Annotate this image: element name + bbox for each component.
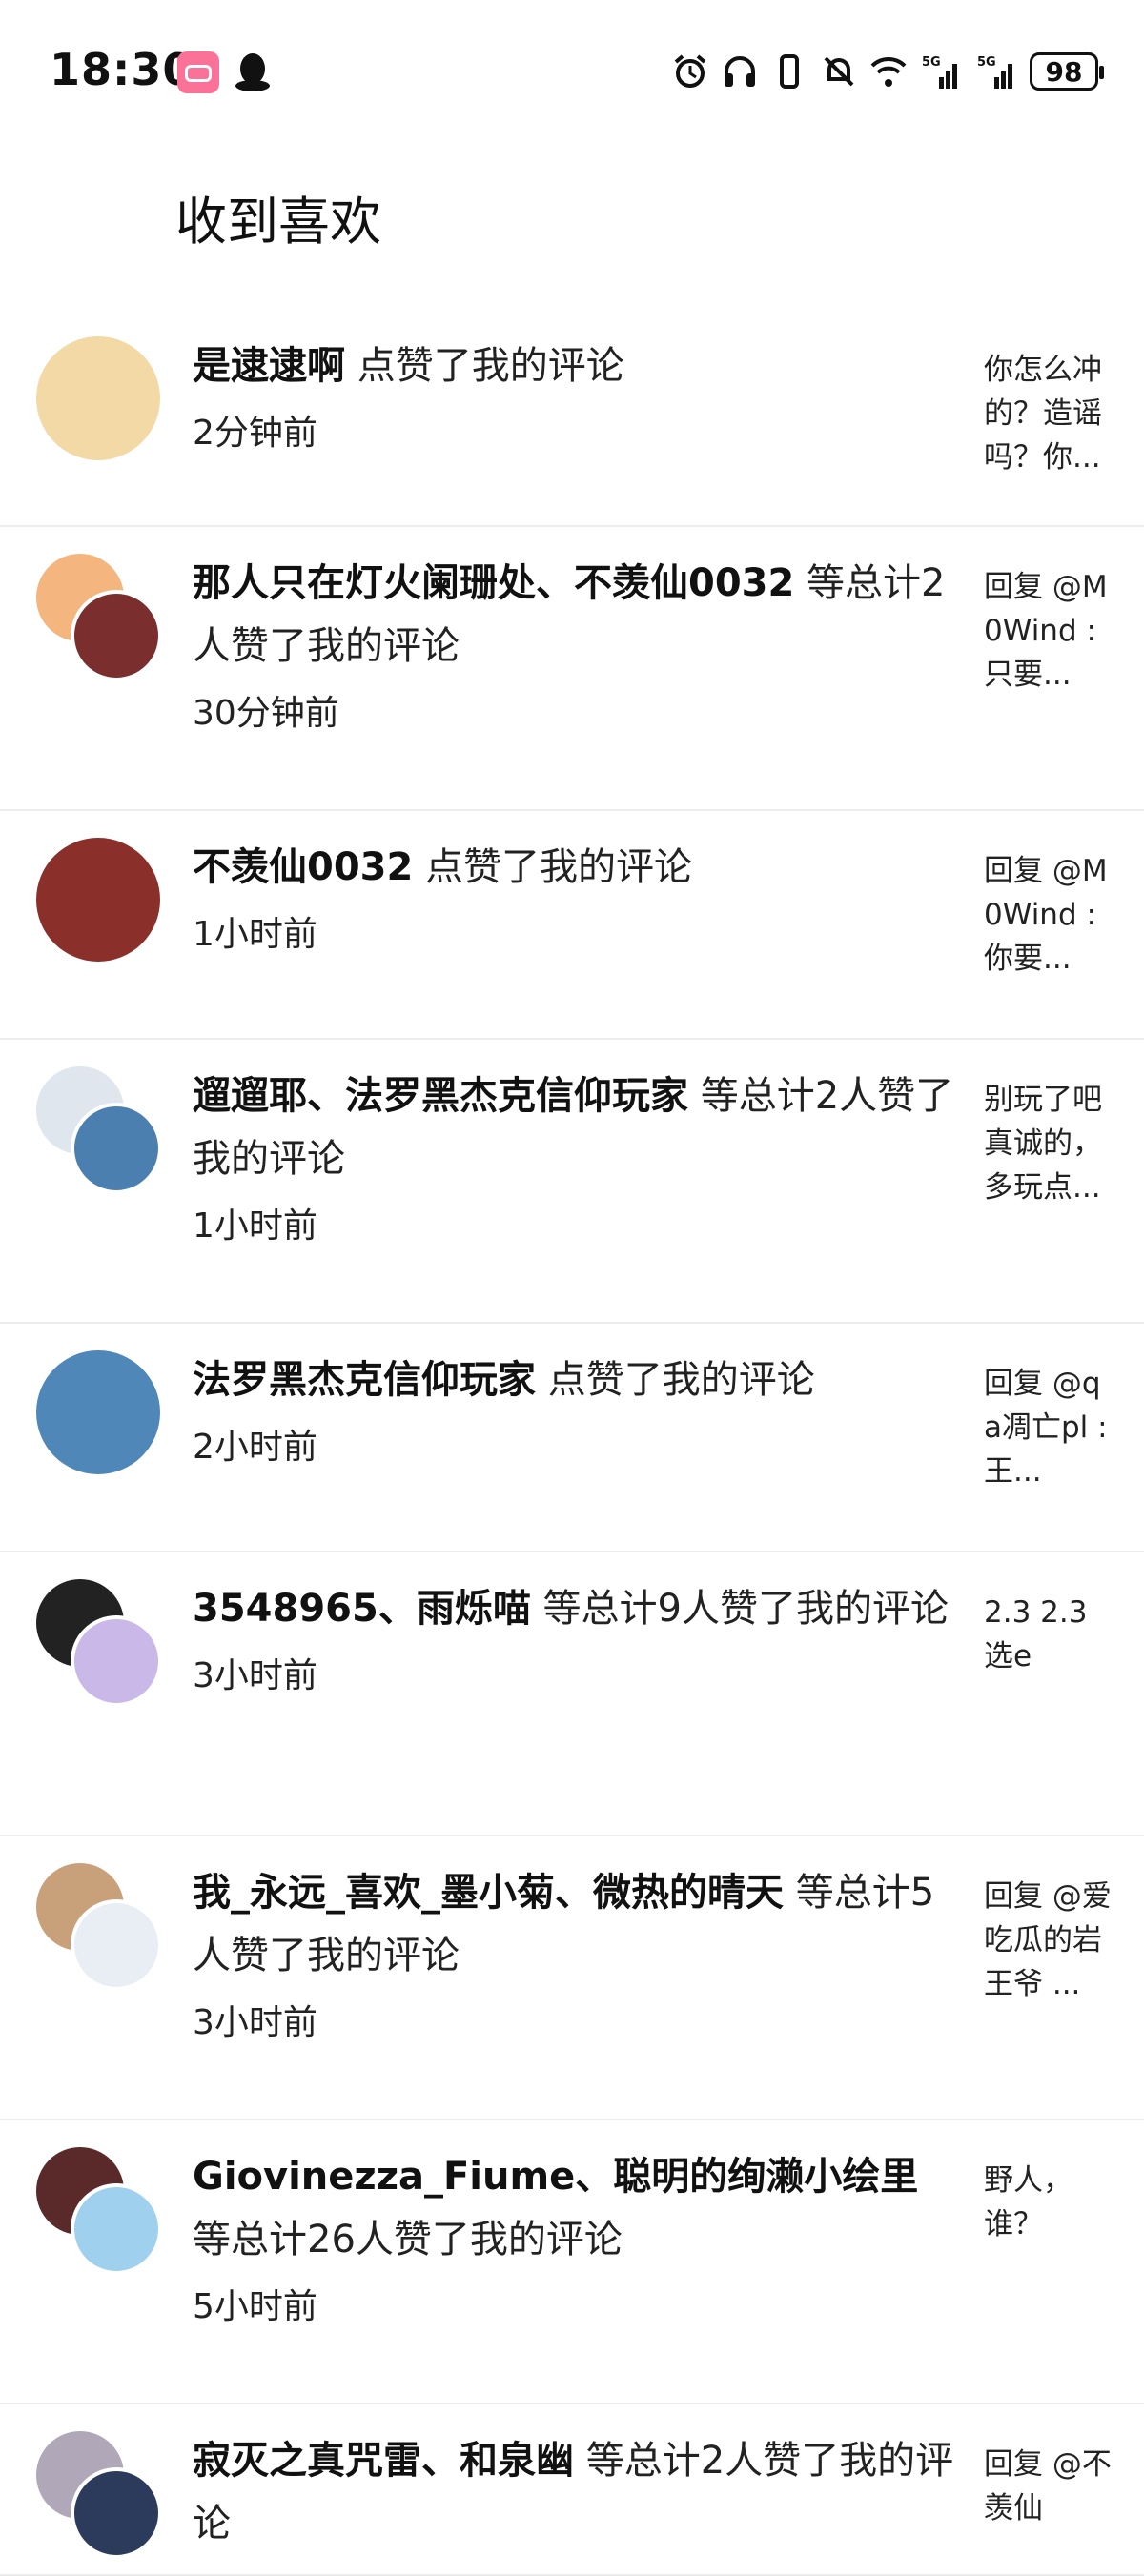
user-avatar — [71, 1103, 162, 1194]
svg-text:5G: 5G — [977, 55, 996, 70]
timestamp: 30分钟前 — [193, 694, 339, 733]
like-notification-row[interactable]: 是逮逮啊 点赞了我的评论 2分钟前 你怎么冲的？造谣吗？你... — [0, 310, 1144, 527]
user-avatar — [71, 590, 162, 681]
notification-text: 3548965、雨烁喵 等总计9人赞了我的评论 3小时前 — [193, 1577, 955, 1703]
notification-title: 我_永远_喜欢_墨小菊、微热的晴天 等总计5人赞了我的评论 — [193, 1861, 955, 1987]
like-notification-row[interactable]: 法罗黑杰克信仰玩家 点赞了我的评论 2小时前 回复 @qa凋亡pl :王... — [0, 1324, 1144, 1552]
comment-preview[interactable]: 你怎么冲的？造谣吗？你... — [984, 348, 1113, 479]
liker-names[interactable]: 不羡仙0032 — [193, 845, 413, 889]
user-avatar — [71, 1615, 162, 1707]
liker-names[interactable]: 是逮逮啊 — [193, 344, 345, 388]
user-avatar — [71, 1899, 162, 1991]
qq-icon — [235, 53, 270, 91]
comment-preview[interactable]: 别玩了吧真诚的，多玩点... — [984, 1078, 1113, 1209]
status-icons: 5G 5G 98 — [671, 48, 1104, 95]
notification-title: 那人只在灯火阑珊处、不羡仙0032 等总计2人赞了我的评论 — [193, 552, 955, 678]
notification-title: 是逮逮啊 点赞了我的评论 — [193, 335, 955, 397]
status-bar: 18:30 5G 5G 98 — [0, 0, 1144, 143]
timestamp: 2分钟前 — [193, 414, 317, 453]
like-notification-row[interactable]: 遛遛耶、法罗黑杰克信仰玩家 等总计2人赞了我的评论 1小时前 别玩了吧真诚的，多玩点… — [0, 1040, 1144, 1324]
notification-text: 寂灭之真咒雷、和泉幽 等总计2人赞了我的评论 — [193, 2429, 955, 2555]
action-text: 等总计9人赞了我的评论 — [530, 1587, 949, 1631]
like-notification-row[interactable]: 我_永远_喜欢_墨小菊、微热的晴天 等总计5人赞了我的评论 3小时前 回复 @爱吃瓜… — [0, 1836, 1144, 2120]
stacked-avatars[interactable] — [36, 554, 162, 681]
user-avatar[interactable] — [36, 1350, 160, 1474]
comment-preview[interactable]: 2.3 2.3 选e — [984, 1591, 1113, 1678]
mute-icon — [824, 56, 854, 87]
user-avatar[interactable] — [36, 838, 160, 962]
battery-indicator: 98 — [1030, 52, 1104, 91]
liker-names[interactable]: 法罗黑杰克信仰玩家 — [193, 1358, 536, 1402]
liker-names[interactable]: 3548965、雨烁喵 — [193, 1587, 531, 1631]
action-text: 点赞了我的评论 — [536, 1358, 815, 1402]
comment-preview[interactable]: 回复 @爱吃瓜的岩王爷 ... — [984, 1875, 1113, 2006]
notification-text: 法罗黑杰克信仰玩家 点赞了我的评论 2小时前 — [193, 1349, 955, 1474]
timestamp: 5小时前 — [193, 2287, 317, 2326]
timestamp: 2小时前 — [193, 1428, 317, 1467]
likes-list: 是逮逮啊 点赞了我的评论 2分钟前 你怎么冲的？造谣吗？你... 那人只在灯火阑珊处、… — [0, 310, 1144, 2576]
like-notification-row[interactable]: 3548965、雨烁喵 等总计9人赞了我的评论 3小时前 2.3 2.3 选e — [0, 1552, 1144, 1836]
stacked-avatars[interactable] — [36, 1066, 162, 1194]
wifi-icon — [870, 56, 907, 87]
signal-icon: 5G — [922, 55, 957, 89]
like-notification-row[interactable]: Giovinezza_Fiume、聪明的绚濑小绘里 等总计26人赞了我的评论 5小… — [0, 2120, 1144, 2404]
notification-title: 3548965、雨烁喵 等总计9人赞了我的评论 — [193, 1577, 955, 1640]
svg-text:5G: 5G — [922, 55, 941, 70]
notification-text: 是逮逮啊 点赞了我的评论 2分钟前 — [193, 335, 955, 460]
user-avatar — [71, 2183, 162, 2275]
liker-names[interactable]: 那人只在灯火阑珊处、不羡仙0032 — [193, 561, 794, 605]
timestamp: 1小时前 — [193, 1207, 317, 1246]
comment-preview[interactable]: 回复 @不羡仙 — [984, 2443, 1113, 2530]
stacked-avatars[interactable] — [36, 2147, 162, 2275]
liker-names[interactable]: Giovinezza_Fiume、聪明的绚濑小绘里 — [193, 2155, 918, 2199]
timestamp: 3小时前 — [193, 2003, 317, 2042]
action-text: 点赞了我的评论 — [345, 344, 624, 388]
comment-preview[interactable]: 野人，谁？ — [984, 2159, 1113, 2246]
vibrate-icon — [780, 54, 799, 89]
stacked-avatars[interactable] — [36, 2431, 162, 2559]
like-notification-row[interactable]: 寂灭之真咒雷、和泉幽 等总计2人赞了我的评论 回复 @不羡仙 — [0, 2404, 1144, 2576]
notification-title: 遛遛耶、法罗黑杰克信仰玩家 等总计2人赞了我的评论 — [193, 1065, 955, 1190]
liker-names[interactable]: 遛遛耶、法罗黑杰克信仰玩家 — [193, 1074, 688, 1118]
comment-preview[interactable]: 回复 @qa凋亡pl :王... — [984, 1362, 1113, 1493]
comment-preview[interactable]: 回复 @M0Wind :你要... — [984, 849, 1113, 981]
status-time: 18:30 — [50, 44, 194, 95]
like-notification-row[interactable]: 不羡仙0032 点赞了我的评论 1小时前 回复 @M0Wind :你要... — [0, 811, 1144, 1040]
user-avatar[interactable] — [36, 336, 160, 460]
like-notification-row[interactable]: 那人只在灯火阑珊处、不羡仙0032 等总计2人赞了我的评论 30分钟前 回复 @M0… — [0, 527, 1144, 811]
notification-text: 遛遛耶、法罗黑杰克信仰玩家 等总计2人赞了我的评论 1小时前 — [193, 1065, 955, 1253]
notification-text: 那人只在灯火阑珊处、不羡仙0032 等总计2人赞了我的评论 30分钟前 — [193, 552, 955, 740]
timestamp: 1小时前 — [193, 915, 317, 954]
page-title: 收到喜欢 — [175, 192, 381, 252]
notification-title: 寂灭之真咒雷、和泉幽 等总计2人赞了我的评论 — [193, 2429, 955, 2555]
action-text: 等总计26人赞了我的评论 — [193, 2218, 623, 2262]
notification-text: 不羡仙0032 点赞了我的评论 1小时前 — [193, 836, 955, 962]
notification-title: 法罗黑杰克信仰玩家 点赞了我的评论 — [193, 1349, 955, 1411]
liker-names[interactable]: 寂灭之真咒雷、和泉幽 — [193, 2439, 574, 2483]
bilibili-icon — [177, 51, 219, 93]
notification-title: 不羡仙0032 点赞了我的评论 — [193, 836, 955, 899]
headphones-icon — [725, 56, 755, 87]
stacked-avatars[interactable] — [36, 1579, 162, 1707]
comment-preview[interactable]: 回复 @M0Wind :只要... — [984, 565, 1113, 697]
action-text: 点赞了我的评论 — [413, 845, 693, 889]
liker-names[interactable]: 我_永远_喜欢_墨小菊、微热的晴天 — [193, 1871, 784, 1915]
signal-icon: 5G — [977, 55, 1012, 89]
alarm-icon — [674, 54, 706, 88]
user-avatar — [71, 2467, 162, 2559]
stacked-avatars[interactable] — [36, 1863, 162, 1991]
notification-text: 我_永远_喜欢_墨小菊、微热的晴天 等总计5人赞了我的评论 3小时前 — [193, 1861, 955, 2050]
notification-title: Giovinezza_Fiume、聪明的绚濑小绘里 等总计26人赞了我的评论 — [193, 2145, 955, 2271]
notification-text: Giovinezza_Fiume、聪明的绚濑小绘里 等总计26人赞了我的评论 5小… — [193, 2145, 955, 2334]
timestamp: 3小时前 — [193, 1656, 317, 1695]
